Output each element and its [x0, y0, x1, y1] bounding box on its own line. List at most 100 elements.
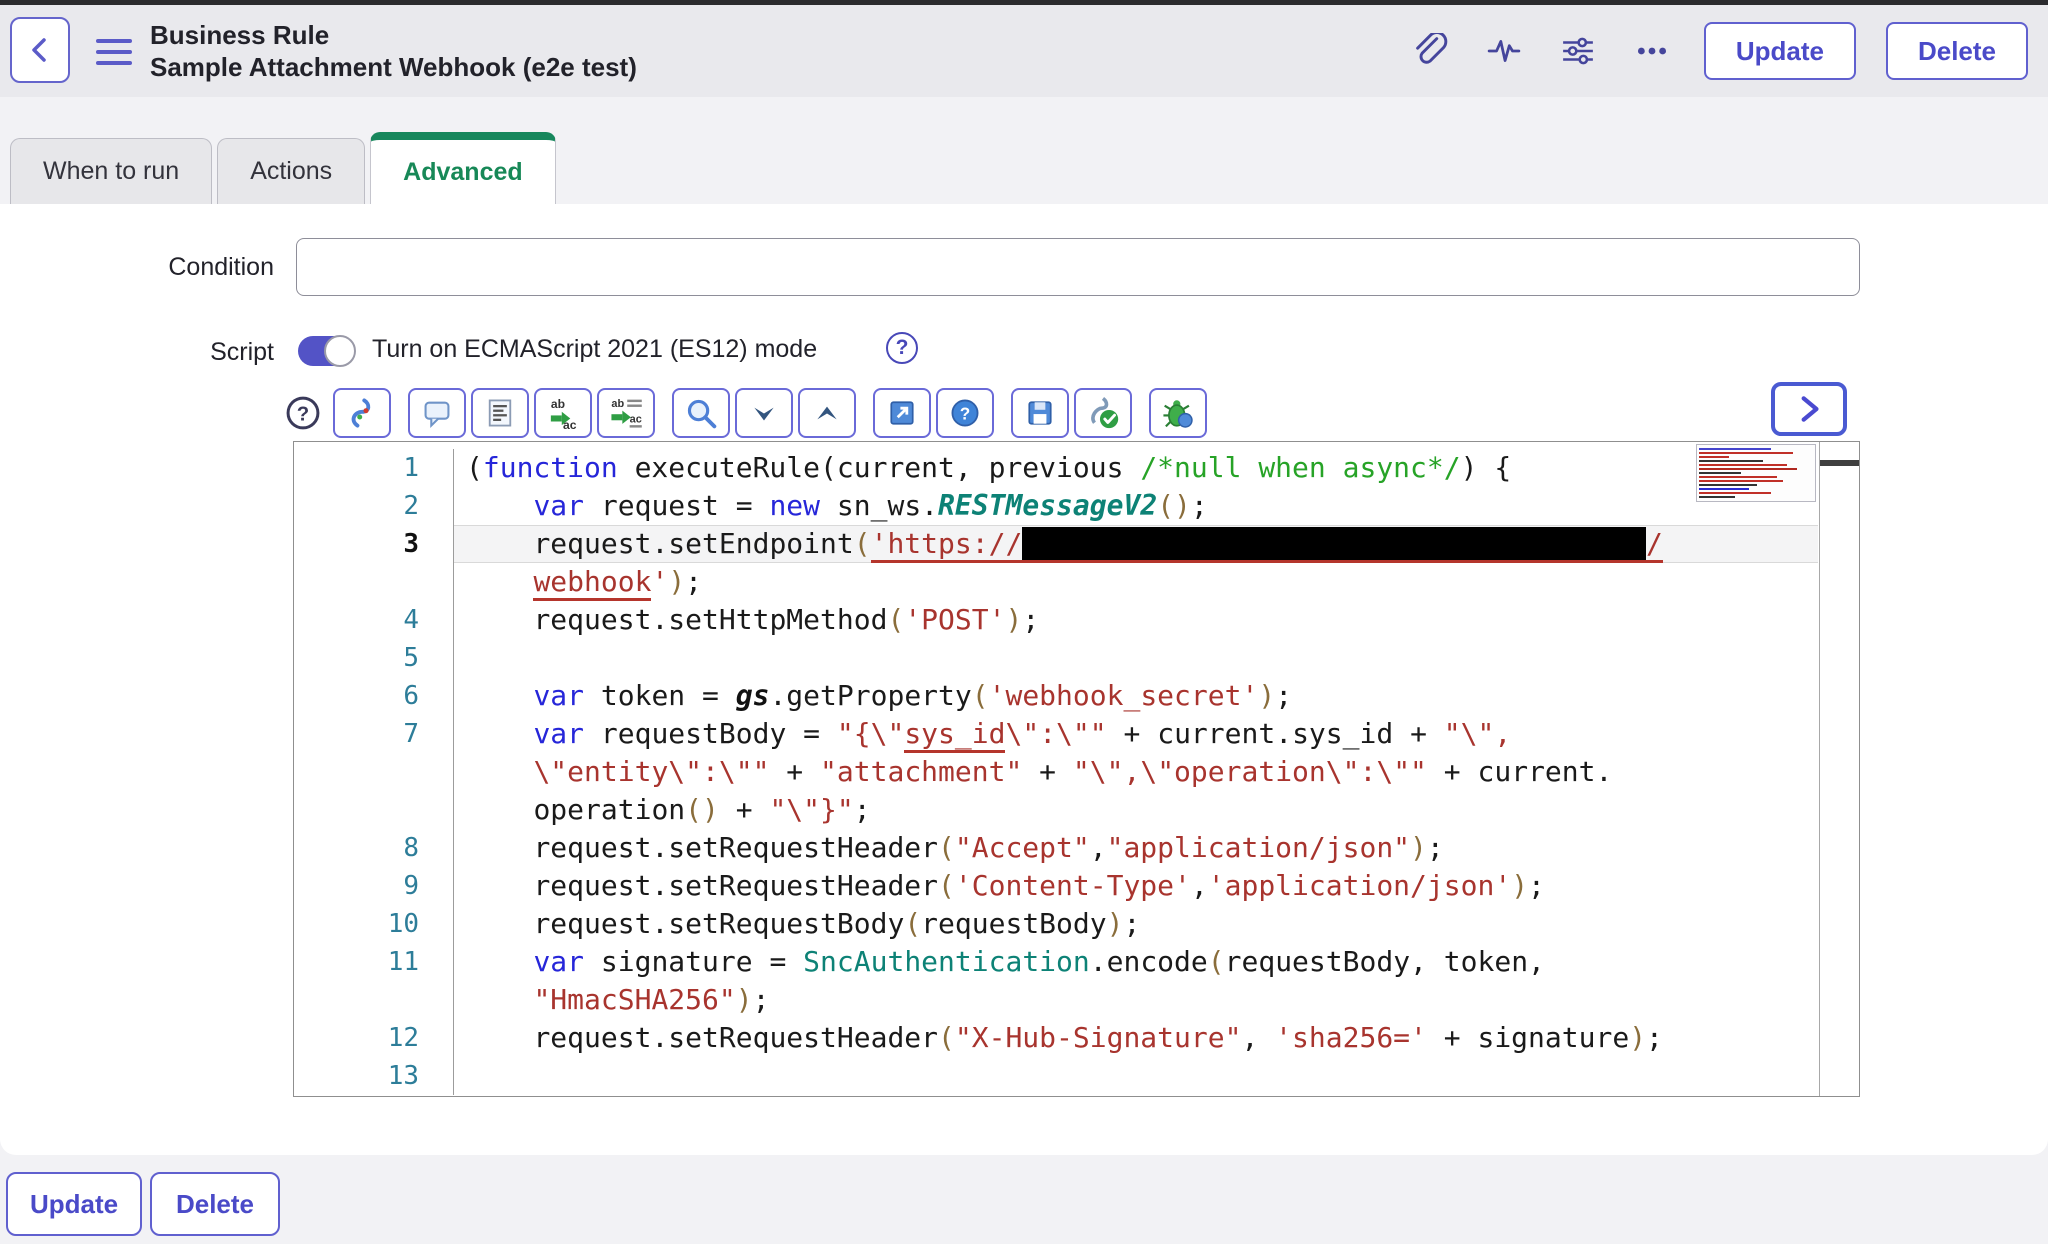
replace-all-button[interactable]: ab ac	[597, 388, 655, 438]
business-rule-form: Business Rule Sample Attachment Webhook …	[0, 0, 2048, 1244]
minimap-line	[1699, 488, 1749, 490]
syntax-editor-button[interactable]	[333, 388, 391, 438]
update-button[interactable]: Update	[1704, 22, 1856, 80]
svg-text:ac: ac	[563, 418, 577, 430]
code-token: ;	[1275, 679, 1292, 712]
code-token: ,	[1241, 1021, 1275, 1054]
code-token	[466, 603, 533, 636]
record-title: Business Rule Sample Attachment Webhook …	[150, 19, 637, 83]
code-token: signature =	[584, 945, 803, 978]
code-token	[466, 679, 533, 712]
code-row: 3 request.setEndpoint('https:// /	[294, 525, 1818, 563]
svg-text:?: ?	[297, 403, 309, 425]
code-token: "HmacSHA256"	[533, 983, 735, 1016]
code-token: +	[1022, 755, 1073, 788]
es-mode-help-icon[interactable]: ?	[886, 332, 918, 364]
code-token	[466, 983, 533, 1016]
code-token: "{\"	[837, 717, 904, 750]
code-token: + current.	[1427, 755, 1612, 788]
tab-advanced[interactable]: Advanced	[370, 132, 555, 204]
activity-icon[interactable]	[1482, 29, 1526, 73]
code-line	[454, 1057, 1818, 1095]
code-row: 10 request.setRequestBody(requestBody);	[294, 905, 1818, 943]
replace-button[interactable]: ab ac	[534, 388, 592, 438]
code-token: ;	[854, 793, 871, 826]
code-token: var	[533, 489, 584, 522]
code-token: request.setRequestHeader	[533, 1021, 938, 1054]
footer-update-button[interactable]: Update	[6, 1172, 142, 1236]
editor-scrollbar[interactable]	[1819, 442, 1859, 1096]
code-token: )	[1511, 869, 1528, 902]
settings-sliders-icon[interactable]	[1556, 29, 1600, 73]
code-row: operation() + "\"}";	[294, 791, 1818, 829]
code-token: SncAuthentication	[803, 945, 1090, 978]
code-token: request.setRequestBody	[533, 907, 904, 940]
save-button[interactable]	[1011, 388, 1069, 438]
delete-button[interactable]: Delete	[1886, 22, 2028, 80]
debug-button[interactable]	[1149, 388, 1207, 438]
back-button[interactable]	[10, 17, 70, 83]
minimap-line	[1699, 492, 1771, 494]
code-token: executeRule(current, previous	[618, 451, 1141, 484]
tab-bar: When to runActionsAdvanced	[10, 132, 561, 204]
code-token: 'Content-Type'	[955, 869, 1191, 902]
footer-delete-button[interactable]: Delete	[150, 1172, 280, 1236]
code-token: + signature	[1427, 1021, 1629, 1054]
more-options-icon[interactable]	[1630, 29, 1674, 73]
code-token: ()	[685, 793, 719, 826]
code-token: ;	[1191, 489, 1208, 522]
chevron-right-icon	[1792, 392, 1826, 426]
code-token: function	[483, 451, 618, 484]
code-token: ;	[753, 983, 770, 1016]
search-button[interactable]	[672, 388, 730, 438]
code-token: )	[1005, 603, 1022, 636]
es-mode-toggle[interactable]	[298, 336, 354, 366]
code-token: + current.sys_id +	[1107, 717, 1444, 750]
minimap-line	[1699, 468, 1797, 470]
validate-script-button[interactable]	[1074, 388, 1132, 438]
open-in-new-window-button[interactable]	[873, 388, 931, 438]
line-number: 9	[294, 867, 454, 905]
code-token: (	[972, 679, 989, 712]
attachment-icon[interactable]	[1408, 29, 1452, 73]
condition-label: Condition	[0, 238, 274, 296]
code-token: 'https://	[871, 527, 1023, 560]
api-help-button[interactable]: ?	[936, 388, 994, 438]
redacted-url	[1022, 527, 1646, 560]
menu-button[interactable]	[96, 37, 132, 67]
code-row: 7 var requestBody = "{\"sys_id\":\"" + c…	[294, 715, 1818, 753]
toggle-comment-button[interactable]	[408, 388, 466, 438]
code-line: var signature = SncAuthentication.encode…	[454, 943, 1818, 981]
record-header: Business Rule Sample Attachment Webhook …	[0, 5, 2048, 97]
tab-when-to-run[interactable]: When to run	[10, 138, 212, 204]
find-next-button[interactable]	[735, 388, 793, 438]
code-line: webhook');	[454, 563, 1818, 601]
scrollbar-thumb[interactable]	[1820, 460, 1859, 466]
format-code-button[interactable]	[471, 388, 529, 438]
header-actions: Update Delete	[1408, 5, 2028, 97]
code-token: "\",\"operation\":\""	[1073, 755, 1427, 788]
tab-actions[interactable]: Actions	[217, 138, 365, 204]
editor-help-icon[interactable]: ?	[283, 393, 323, 433]
find-previous-button[interactable]	[798, 388, 856, 438]
code-token: (	[466, 451, 483, 484]
svg-text:ac: ac	[630, 414, 642, 426]
code-line: var requestBody = "{\"sys_id\":\"" + cur…	[454, 715, 1818, 753]
code-token: sn_ws.	[820, 489, 938, 522]
code-line: var token = gs.getProperty('webhook_secr…	[454, 677, 1818, 715]
code-token: (	[904, 907, 921, 940]
code-token: /	[1646, 527, 1663, 560]
script-code-editor[interactable]: 1(function executeRule(current, previous…	[293, 441, 1860, 1097]
code-token	[466, 717, 533, 750]
code-token: sys_id	[904, 717, 1005, 750]
code-row: 5	[294, 639, 1818, 677]
code-token: request.setEndpoint	[533, 527, 853, 560]
line-number: 1	[294, 449, 454, 487]
line-number	[294, 981, 454, 1019]
code-token: ;	[1646, 1021, 1663, 1054]
condition-input[interactable]	[296, 238, 1860, 296]
expand-editor-button[interactable]	[1771, 382, 1847, 436]
code-row: "HmacSHA256");	[294, 981, 1818, 1019]
code-token: request =	[584, 489, 769, 522]
code-token: var	[533, 717, 584, 750]
